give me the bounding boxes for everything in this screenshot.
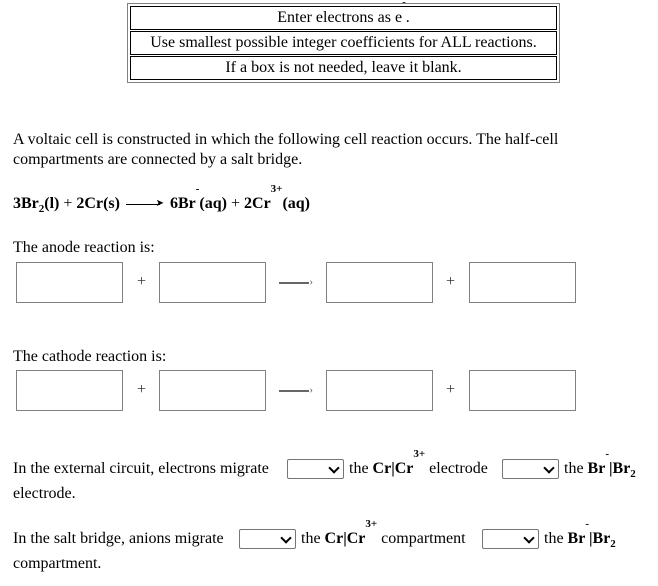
plus-sign: + — [446, 273, 456, 290]
text: the — [301, 530, 321, 547]
instruction-coefficients: Use smallest possible integer coefficien… — [130, 31, 557, 55]
anode-product-2-input[interactable] — [469, 262, 576, 303]
br-couple: Br — [567, 530, 586, 547]
anode-reactant-2-input[interactable] — [159, 262, 266, 303]
cell-reaction: 3Br2(l) + 2Cr(s) ➤ 6Br-(aq) + 2Cr3+(aq) — [13, 184, 311, 215]
external-circuit-br-electrode: the Br-|Br2 — [564, 449, 636, 480]
external-circuit-prefix: In the external circuit, electrons migra… — [13, 460, 269, 477]
salt-bridge-line2: compartment. — [13, 555, 102, 572]
anode-reactant-1-input[interactable] — [16, 262, 123, 303]
plus-sign: + — [230, 195, 241, 212]
plus-sign: + — [446, 381, 456, 398]
product-bromide: 6Br — [169, 195, 196, 212]
text: the — [349, 460, 369, 477]
subscript: 2 — [610, 538, 616, 550]
chevron-down-icon — [543, 462, 555, 474]
text: electrode — [429, 460, 488, 477]
superscript: - — [605, 448, 609, 460]
instruction-text: Enter electrons as e — [277, 9, 403, 26]
text: compartment — [381, 530, 466, 547]
salt-bridge-br-compartment: the Br-|Br2 — [544, 519, 616, 550]
instruction-electrons: Enter electrons as e-. — [130, 0, 557, 30]
salt-bridge-cr-compartment: the Cr|Cr3+ compartment — [301, 519, 466, 549]
chevron-down-icon — [523, 532, 535, 544]
br-couple: Br — [587, 460, 606, 477]
chevron-down-icon — [328, 462, 340, 474]
salt-bridge-prefix: In the salt bridge, anions migrate — [13, 530, 224, 547]
plus-sign: + — [137, 381, 147, 398]
external-circuit-direction-select-2[interactable] — [502, 459, 559, 479]
cathode-product-2-input[interactable] — [469, 370, 576, 411]
cr-couple: Cr|Cr — [324, 530, 366, 547]
salt-bridge-direction-select-2[interactable] — [482, 529, 539, 549]
instruction-text: . — [405, 9, 410, 26]
br2: |Br — [589, 530, 611, 547]
product-chromium-ion: 2Cr — [244, 195, 271, 212]
text: the — [564, 460, 584, 477]
superscript: - — [402, 0, 406, 8]
intro-text: A voltaic cell is constructed in which t… — [13, 131, 559, 168]
arrow-right-icon: › — [279, 277, 313, 288]
superscript: 3+ — [270, 183, 283, 195]
subscript: 2 — [630, 468, 636, 480]
superscript: - — [585, 518, 589, 530]
instruction-blank: If a box is not needed, leave it blank. — [130, 56, 557, 80]
text: the — [544, 530, 564, 547]
subscript: 2 — [38, 203, 45, 215]
salt-bridge-direction-select-1[interactable] — [239, 529, 296, 549]
external-circuit-line2: electrode. — [13, 485, 76, 502]
reaction-arrow-icon: ➤ — [125, 199, 164, 209]
chevron-down-icon — [280, 532, 292, 544]
cr-couple: Cr|Cr — [372, 460, 414, 477]
cathode-label: The cathode reaction is: — [13, 348, 167, 365]
state: (l) — [44, 195, 60, 212]
br2: |Br — [609, 460, 631, 477]
arrow-right-icon: › — [279, 385, 313, 396]
reactant-bromine: 3Br — [13, 195, 39, 212]
external-circuit-cr-electrode: the Cr|Cr3+ electrode — [349, 449, 488, 479]
cathode-product-1-input[interactable] — [326, 370, 433, 411]
instructions-table: Enter electrons as e-. Use smallest poss… — [127, 0, 560, 83]
anode-label: The anode reaction is: — [13, 239, 155, 256]
plus-sign: + — [63, 195, 73, 212]
superscript: - — [195, 183, 200, 195]
state: (aq) — [199, 195, 227, 212]
cathode-reactant-1-input[interactable] — [16, 370, 123, 411]
superscript: 3+ — [413, 448, 426, 460]
external-circuit-direction-select-1[interactable] — [287, 459, 344, 479]
plus-sign: + — [137, 273, 147, 290]
cathode-reactant-2-input[interactable] — [159, 370, 266, 411]
reactant-chromium: 2Cr(s) — [76, 195, 120, 212]
superscript: 3+ — [365, 518, 378, 530]
state: (aq) — [282, 195, 311, 212]
anode-product-1-input[interactable] — [326, 262, 433, 303]
